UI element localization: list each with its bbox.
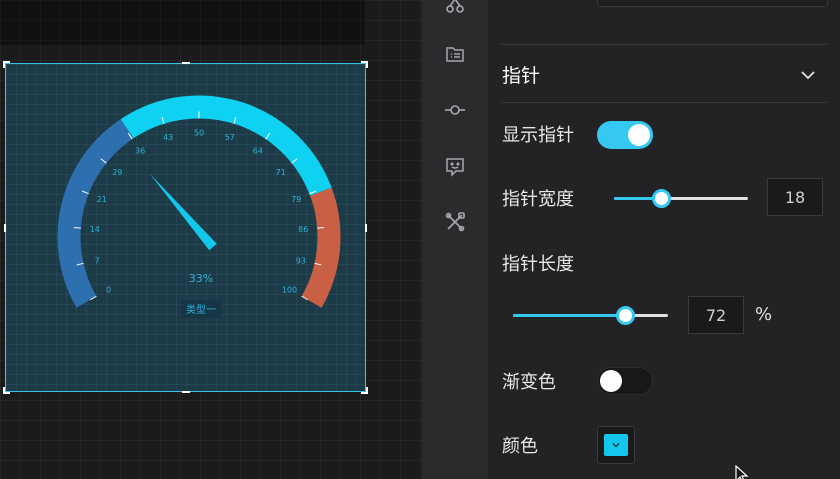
gradient-label: 渐变色 [502, 372, 556, 393]
gauge-tick-label: 14 [90, 225, 100, 234]
link-nodes-icon [446, 0, 464, 13]
properties-panel: 指针 显示指针 指针宽度 18 指针长度 72 % 渐变色 颜色 [488, 0, 840, 479]
gauge-tick [317, 227, 325, 229]
gauge-tick-label: 0 [106, 285, 111, 294]
slider-thumb[interactable] [651, 189, 671, 208]
gauge-tick-label: 50 [194, 129, 204, 138]
show-pointer-label: 显示指针 [502, 125, 574, 146]
section-divider [501, 102, 827, 103]
pointer-length-label: 指针长度 [502, 254, 574, 275]
gauge-value-label: 33% [189, 272, 213, 285]
toolbar-commit-button[interactable] [435, 90, 475, 130]
color-picker[interactable] [597, 426, 635, 464]
gauge-tick-label: 29 [112, 168, 122, 177]
resize-handle-tl-v[interactable] [3, 61, 5, 68]
gauge-tick-label: 100 [282, 285, 297, 294]
gauge-pointer [149, 173, 217, 251]
pointer-width-input[interactable]: 18 [767, 178, 823, 216]
resize-handle-bottom[interactable] [182, 391, 190, 393]
tools-icon [445, 212, 465, 232]
resize-handle-left[interactable] [4, 224, 6, 232]
show-pointer-toggle[interactable] [597, 121, 653, 149]
pointer-width-label: 指针宽度 [502, 189, 574, 210]
gauge-type-label: 类型一 [186, 303, 216, 316]
chevron-down-icon [801, 71, 815, 80]
resize-handle-tr-v[interactable] [366, 61, 368, 68]
section-title-pointer[interactable]: 指针 [502, 61, 540, 88]
gauge-chart: 0 7 14 21 29 36 43 50 57 64 71 79 86 93 100 33% 类型一 [57, 95, 341, 318]
gauge-tick-label: 36 [135, 147, 145, 156]
toggle-knob [628, 124, 650, 146]
gradient-toggle[interactable] [597, 367, 653, 395]
pointer-width-slider[interactable] [614, 188, 748, 208]
gauge-band-0 [57, 119, 134, 308]
gauge-band-2 [301, 187, 341, 308]
resize-handle-right[interactable] [365, 224, 367, 232]
color-swatch [604, 434, 628, 456]
gauge-widget[interactable]: 0 7 14 21 29 36 43 50 57 64 71 79 86 93 100 33% 类型一 [3, 61, 368, 394]
pointer-length-unit: % [755, 304, 773, 325]
slider-fill [513, 314, 625, 317]
gauge-tick-label: 86 [298, 225, 308, 234]
pointer-length-slider[interactable] [513, 305, 668, 325]
slider-thumb[interactable] [615, 306, 635, 325]
canvas-top-shade [0, 0, 365, 45]
gauge-tick-label: 57 [225, 133, 235, 142]
mouse-cursor-icon [735, 465, 749, 479]
gauge-tick-label: 79 [291, 195, 301, 204]
section-collapse-button[interactable] [797, 64, 819, 86]
section-divider-top [501, 44, 827, 45]
gauge-tick-label: 71 [276, 168, 286, 177]
commit-node-icon [445, 105, 465, 115]
gauge-tick-label: 64 [253, 147, 263, 156]
toolbar-list-button[interactable] [435, 34, 475, 74]
toggle-knob [600, 370, 622, 392]
top-field[interactable] [597, 0, 828, 7]
resize-handle-top[interactable] [182, 62, 190, 64]
toolbar-comment-button[interactable] [435, 146, 475, 186]
toolbar-link-button[interactable] [435, 0, 475, 24]
chat-face-icon [446, 158, 464, 177]
gauge-tick-label: 21 [97, 195, 107, 204]
list-doc-icon [446, 47, 464, 62]
gauge-band-1 [120, 95, 332, 196]
resize-handle-bl-v[interactable] [3, 387, 5, 394]
gauge-tick-label: 43 [163, 133, 173, 142]
resize-handle-br-v[interactable] [366, 387, 368, 394]
toolbar-tools-button[interactable] [435, 202, 475, 242]
pointer-length-input[interactable]: 72 [688, 296, 744, 334]
color-label: 颜色 [502, 436, 538, 457]
design-canvas[interactable]: 0 7 14 21 29 36 43 50 57 64 71 79 86 93 100 33% 类型一 [0, 0, 422, 479]
gauge-tick-label: 7 [95, 256, 100, 265]
gauge-tick-label: 93 [296, 256, 306, 265]
icon-toolbar [422, 0, 488, 479]
gauge-tick [73, 227, 81, 229]
chevron-down-icon [612, 443, 620, 448]
